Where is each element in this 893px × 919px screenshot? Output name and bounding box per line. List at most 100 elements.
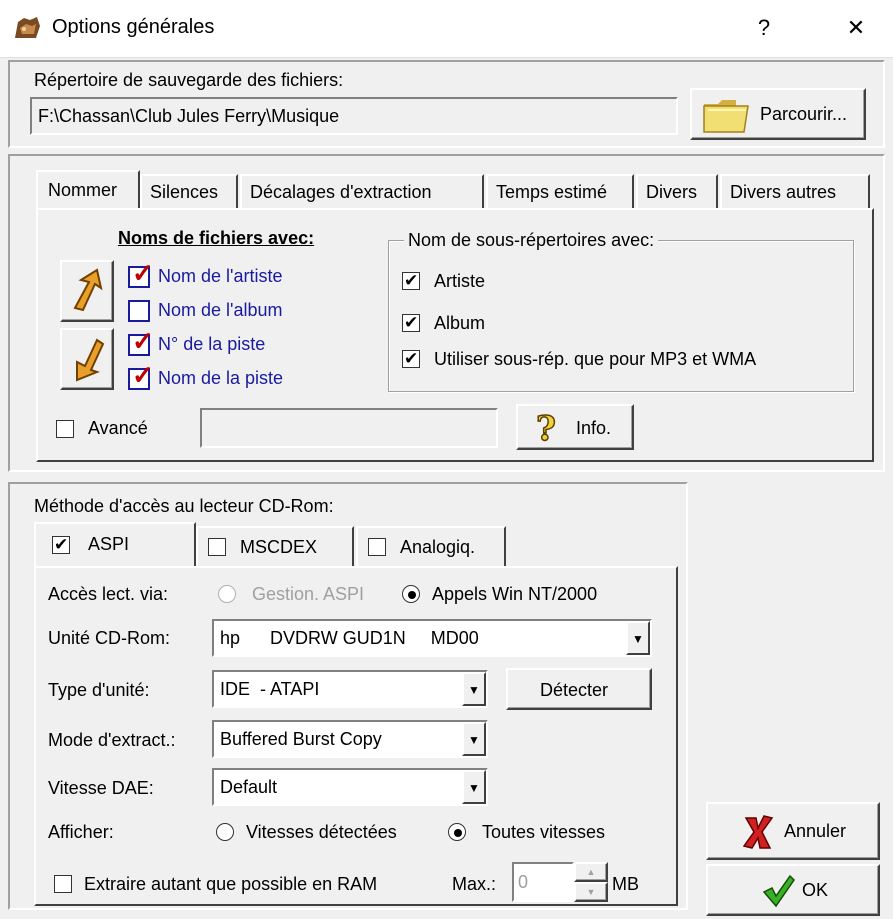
tab-mscdex-checkbox[interactable] <box>208 538 226 556</box>
display-label: Afficher: <box>48 822 114 842</box>
tab-divers-label: Divers <box>646 182 698 202</box>
subdir-artist[interactable]: Artiste <box>402 268 842 294</box>
files-heading: Noms de fichiers avec: <box>118 228 315 248</box>
tab-silences[interactable]: Silences <box>140 174 238 208</box>
file-item-artist[interactable]: ✓ Nom de l'artiste <box>126 258 386 292</box>
mode-select[interactable]: Buffered Burst Copy ▼ <box>212 720 488 758</box>
file-item-album[interactable]: Nom de l'album <box>126 296 386 326</box>
ram-checkbox[interactable] <box>54 875 72 893</box>
subdir-heading: Nom de sous-répertoires avec: <box>404 230 659 251</box>
type-label: Type d'unité: <box>48 680 150 700</box>
file-item-artist-checkbox[interactable]: ✓ <box>128 258 154 288</box>
unit-dropdown-arrow-icon[interactable]: ▼ <box>626 621 650 655</box>
display-radio-detected[interactable] <box>216 823 234 841</box>
advanced-field[interactable] <box>200 408 498 448</box>
save-path-field[interactable]: F:\Chassan\Club Jules Ferry\Musique <box>30 97 678 135</box>
subdir-album-checkbox[interactable] <box>402 312 420 334</box>
ram-option[interactable]: Extraire autant que possible en RAM <box>52 872 442 898</box>
file-item-track-number[interactable]: ✓ N° de la piste <box>126 326 386 360</box>
spin-down-icon[interactable]: ▼ <box>574 882 608 902</box>
unit-label: Unité CD-Rom: <box>48 628 171 648</box>
speed-label: Vitesse DAE: <box>48 778 154 798</box>
unit-select[interactable]: hp DVDRW GUD1N MD00 ▼ <box>212 619 652 657</box>
file-item-track-number-label: N° de la piste <box>158 334 266 354</box>
tab-temps-estime-label: Temps estimé <box>496 182 608 202</box>
ram-label: Extraire autant que possible en RAM <box>84 874 378 894</box>
access-radio-aspi <box>218 585 236 603</box>
max-field[interactable]: 0 <box>512 862 574 902</box>
advanced-checkbox[interactable] <box>56 420 74 438</box>
detect-button[interactable]: Détecter <box>506 668 652 710</box>
tab-mscdex-label: MSCDEX <box>240 537 318 557</box>
info-button[interactable]: ? Info. <box>516 404 634 450</box>
access-radio-winnt[interactable] <box>402 585 420 603</box>
ok-button-label: OK <box>802 880 829 900</box>
file-item-track-number-checkbox[interactable]: ✓ <box>128 326 154 356</box>
detect-button-label: Détecter <box>540 680 609 700</box>
type-select[interactable]: IDE - ATAPI ▼ <box>212 670 488 708</box>
mode-label: Mode d'extract.: <box>48 730 176 750</box>
browse-button[interactable]: Parcourir... <box>690 88 866 140</box>
move-down-button[interactable] <box>60 328 114 390</box>
tab-decalages-label: Décalages d'extraction <box>250 182 432 202</box>
file-item-album-checkbox[interactable] <box>128 300 150 322</box>
max-spinner[interactable]: ▲ ▼ <box>574 862 608 902</box>
type-select-value: IDE - ATAPI <box>220 679 320 699</box>
access-option-aspi-label: Gestion. ASPI <box>252 584 365 604</box>
access-option-winnt-label: Appels Win NT/2000 <box>432 584 598 604</box>
close-button[interactable]: ✕ <box>836 8 876 48</box>
access-option-aspi: Gestion. ASPI <box>216 582 388 608</box>
subdir-artist-checkbox[interactable] <box>402 270 420 292</box>
tab-temps-estime[interactable]: Temps estimé <box>486 174 634 208</box>
move-up-button[interactable] <box>60 260 114 322</box>
tab-mscdex[interactable]: MSCDEX <box>196 526 354 566</box>
question-icon: ? <box>535 410 556 446</box>
help-button[interactable]: ? <box>744 8 784 48</box>
ok-button[interactable]: OK <box>706 864 880 916</box>
tab-aspi-checkbox[interactable] <box>52 534 70 556</box>
speed-select-value: Default <box>220 777 278 797</box>
mode-select-value: Buffered Burst Copy <box>220 729 382 749</box>
file-item-album-label: Nom de l'album <box>158 300 283 320</box>
subdir-album-label: Album <box>434 313 486 333</box>
file-item-track-name[interactable]: ✓ Nom de la piste <box>126 360 386 394</box>
advanced-label: Avancé <box>88 418 148 438</box>
browse-button-label: Parcourir... <box>760 104 848 124</box>
type-dropdown-arrow-icon[interactable]: ▼ <box>462 672 486 706</box>
max-unit: MB <box>612 874 639 894</box>
advanced-option[interactable]: Avancé <box>54 416 184 442</box>
cdrom-heading: Méthode d'accès au lecteur CD-Rom: <box>34 496 334 516</box>
arrow-up-icon <box>73 268 103 312</box>
tab-divers-autres[interactable]: Divers autres <box>720 174 870 208</box>
speed-select[interactable]: Default ▼ <box>212 768 488 806</box>
mode-dropdown-arrow-icon[interactable]: ▼ <box>462 722 486 756</box>
speed-dropdown-arrow-icon[interactable]: ▼ <box>462 770 486 804</box>
max-field-value: 0 <box>518 872 529 892</box>
subdir-album[interactable]: Album <box>402 310 842 336</box>
cancel-button-label: Annuler <box>784 821 847 841</box>
tab-divers[interactable]: Divers <box>636 174 718 208</box>
tab-nommer[interactable]: Nommer <box>36 170 140 210</box>
display-option-detected[interactable]: Vitesses détectées <box>214 820 438 846</box>
file-item-track-name-label: Nom de la piste <box>158 368 284 388</box>
file-item-track-name-checkbox[interactable]: ✓ <box>128 360 154 390</box>
subdir-mp3-wma-checkbox[interactable] <box>402 348 420 370</box>
subdir-mp3-wma-label: Utiliser sous-rép. que pour MP3 et WMA <box>434 349 757 369</box>
subdir-mp3-wma[interactable]: Utiliser sous-rép. que pour MP3 et WMA <box>402 346 848 372</box>
subdir-artist-label: Artiste <box>434 271 486 291</box>
tab-aspi[interactable]: ASPI <box>34 522 196 568</box>
display-option-all-label: Toutes vitesses <box>482 822 606 842</box>
spin-up-icon[interactable]: ▲ <box>574 862 608 882</box>
tab-analogiq-checkbox[interactable] <box>368 538 386 556</box>
tab-decalages[interactable]: Décalages d'extraction <box>240 174 484 208</box>
display-radio-all[interactable] <box>448 823 466 841</box>
display-option-all[interactable]: Toutes vitesses <box>448 820 644 846</box>
access-option-winnt[interactable]: Appels Win NT/2000 <box>402 582 654 608</box>
tab-analogiq[interactable]: Analogiq. <box>356 526 506 566</box>
tab-divers-autres-label: Divers autres <box>730 182 837 202</box>
tab-strip: Nommer Silences Décalages d'extraction T… <box>36 170 874 210</box>
green-check-icon <box>762 874 795 908</box>
cancel-button[interactable]: Annuler <box>706 802 880 860</box>
tab-analogiq-label: Analogiq. <box>400 537 476 557</box>
title-bar: Options générales ? ✕ <box>0 0 893 58</box>
